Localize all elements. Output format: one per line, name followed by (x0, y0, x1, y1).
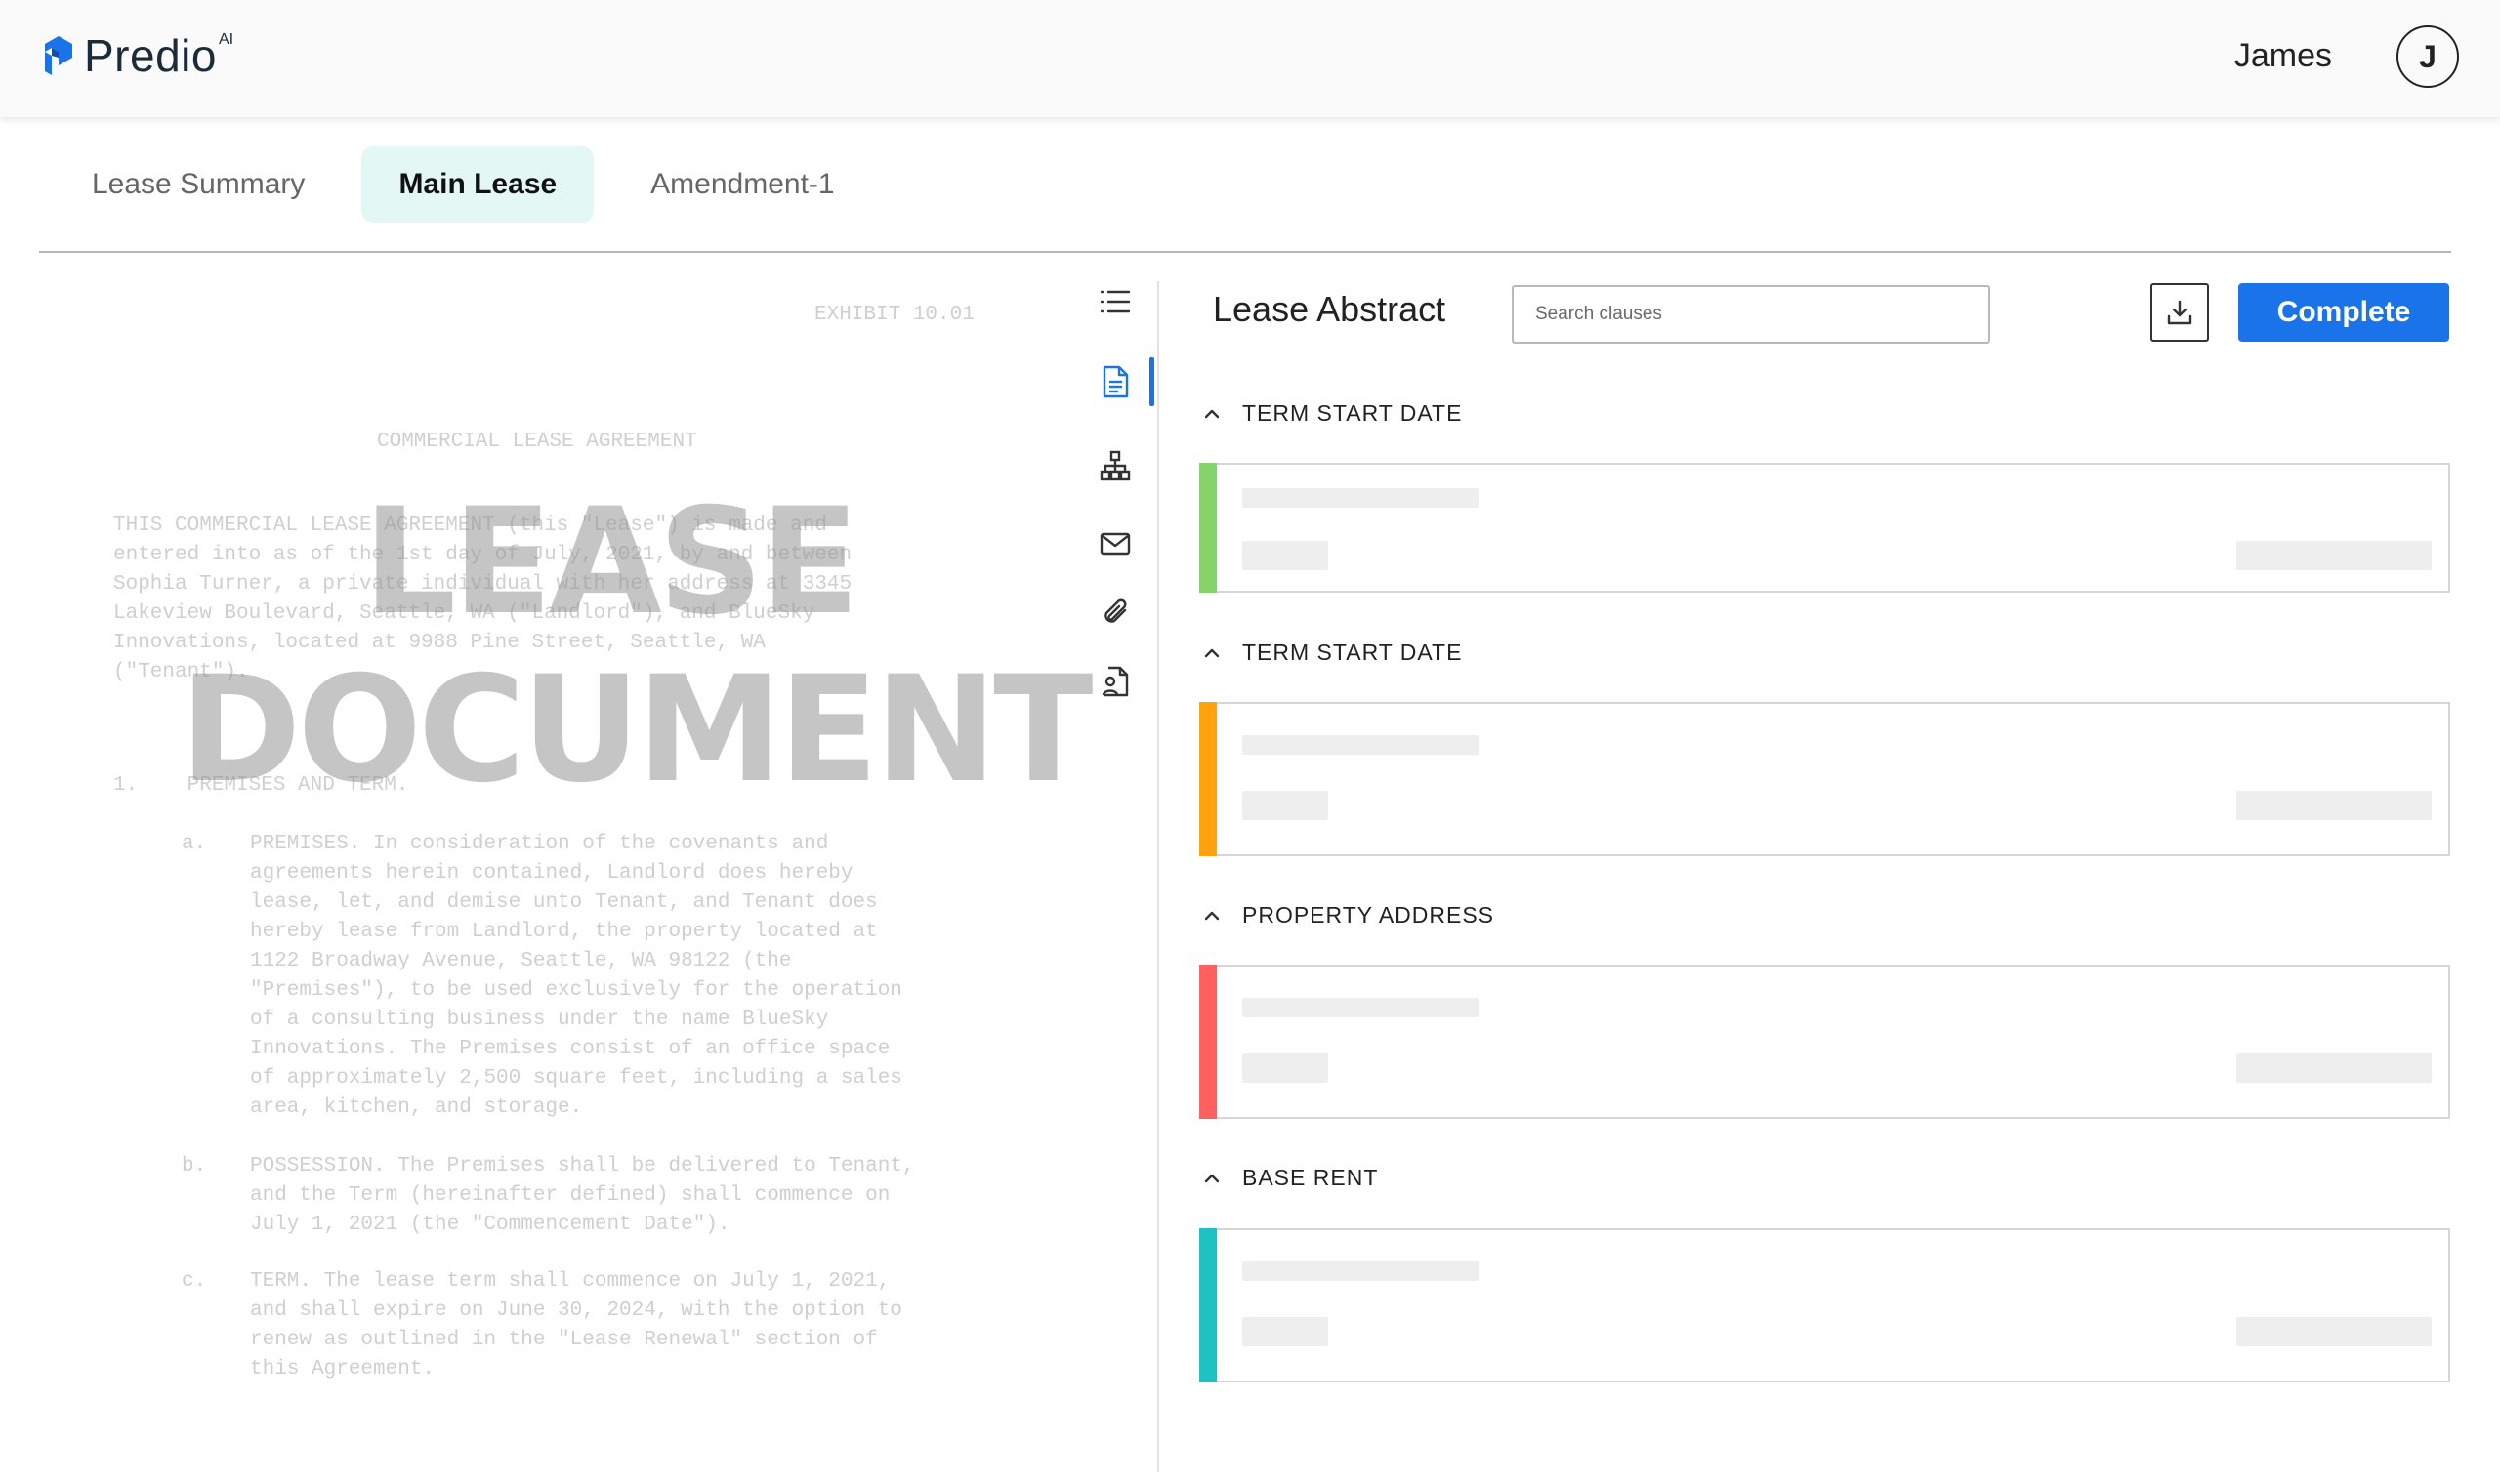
placeholder-block (1242, 1317, 1328, 1346)
contact-file-icon[interactable] (1096, 662, 1135, 701)
section-header[interactable]: PROPERTY ADDRESS (1201, 902, 1494, 928)
document-watermark: LEASE DOCUMENT (180, 477, 1094, 815)
section-label: TERM START DATE (1242, 400, 1463, 426)
card-accent-bar (1199, 463, 1217, 593)
document-clause: c. TERM. The lease term shall commence o… (182, 1267, 943, 1384)
logo-text: Predio (84, 30, 217, 81)
app-header: Predio AI James J (0, 0, 2500, 117)
predio-logo-icon (45, 36, 72, 75)
placeholder-block (2236, 541, 2432, 570)
download-icon (2167, 300, 2192, 325)
placeholder-line (1242, 488, 1479, 508)
card-accent-bar (1199, 1228, 1217, 1382)
watermark-line-2: DOCUMENT (180, 645, 1094, 815)
tab-main-lease[interactable]: Main Lease (361, 146, 595, 223)
download-button[interactable] (2150, 283, 2209, 342)
user-name: James (2233, 37, 2332, 74)
card-accent-bar (1199, 702, 1217, 856)
placeholder-block (1242, 541, 1328, 570)
section-label: TERM START DATE (1242, 639, 1463, 665)
placeholder-block (2236, 1053, 2432, 1083)
clause-card[interactable] (1199, 463, 2450, 593)
clause-label: b. (182, 1155, 207, 1177)
document-icon[interactable] (1096, 362, 1135, 401)
tabs-divider (39, 251, 2451, 253)
section-label: BASE RENT (1242, 1165, 1379, 1190)
rail-active-indicator (1149, 357, 1154, 406)
panel-divider (1157, 281, 1159, 1472)
placeholder-line (1242, 1261, 1479, 1281)
document-exhibit-label: EXHIBIT 10.01 (814, 304, 975, 326)
predio-logo[interactable]: Predio AI (39, 29, 233, 82)
document-title: COMMERCIAL LEASE AGREEMENT (377, 431, 697, 453)
list-icon[interactable] (1096, 282, 1135, 321)
clause-card[interactable] (1199, 965, 2450, 1119)
document-clause: a. PREMISES. In consideration of the cov… (182, 830, 943, 1123)
clause-text: TERM. The lease term shall commence on J… (250, 1270, 902, 1381)
chevron-up-icon[interactable] (1201, 1168, 1223, 1189)
document-clause: b. POSSESSION. The Premises shall be del… (182, 1152, 943, 1240)
watermark-line-1: LEASE (362, 477, 860, 647)
clause-card[interactable] (1199, 1228, 2450, 1382)
logo-superscript: AI (218, 31, 234, 48)
tab-amendment-1[interactable]: Amendment-1 (613, 146, 871, 223)
clause-text: PREMISES. In consideration of the covena… (250, 833, 902, 1119)
user-avatar[interactable]: J (2396, 25, 2459, 88)
section-header[interactable]: BASE RENT (1201, 1165, 1378, 1191)
tab-lease-summary[interactable]: Lease Summary (55, 146, 342, 223)
hierarchy-icon[interactable] (1096, 446, 1135, 485)
chevron-up-icon[interactable] (1201, 642, 1223, 664)
section-header[interactable]: TERM START DATE (1201, 639, 1462, 666)
mail-icon[interactable] (1096, 524, 1135, 563)
document-tabs: Lease Summary Main Lease Amendment-1 (55, 146, 872, 223)
chevron-up-icon[interactable] (1201, 905, 1223, 927)
lease-abstract-title: Lease Abstract (1213, 289, 1446, 329)
section-header[interactable]: TERM START DATE (1201, 400, 1462, 427)
section-label: PROPERTY ADDRESS (1242, 902, 1495, 928)
clause-card[interactable] (1199, 702, 2450, 856)
complete-button[interactable]: Complete (2238, 283, 2449, 342)
lease-document-viewer[interactable]: EXHIBIT 10.01 COMMERCIAL LEASE AGREEMENT… (113, 293, 992, 1416)
paperclip-icon[interactable] (1096, 593, 1135, 632)
placeholder-block (1242, 1053, 1328, 1083)
placeholder-line (1242, 735, 1479, 755)
placeholder-block (2236, 1317, 2432, 1346)
placeholder-block (1242, 791, 1328, 820)
card-accent-bar (1199, 965, 1217, 1119)
search-clauses-input[interactable] (1512, 285, 1990, 344)
placeholder-line (1242, 998, 1479, 1017)
clause-label: a. (182, 833, 207, 855)
clause-text: POSSESSION. The Premises shall be delive… (250, 1155, 915, 1236)
clause-label: c. (182, 1270, 207, 1293)
chevron-up-icon[interactable] (1201, 403, 1223, 425)
placeholder-block (2236, 791, 2432, 820)
